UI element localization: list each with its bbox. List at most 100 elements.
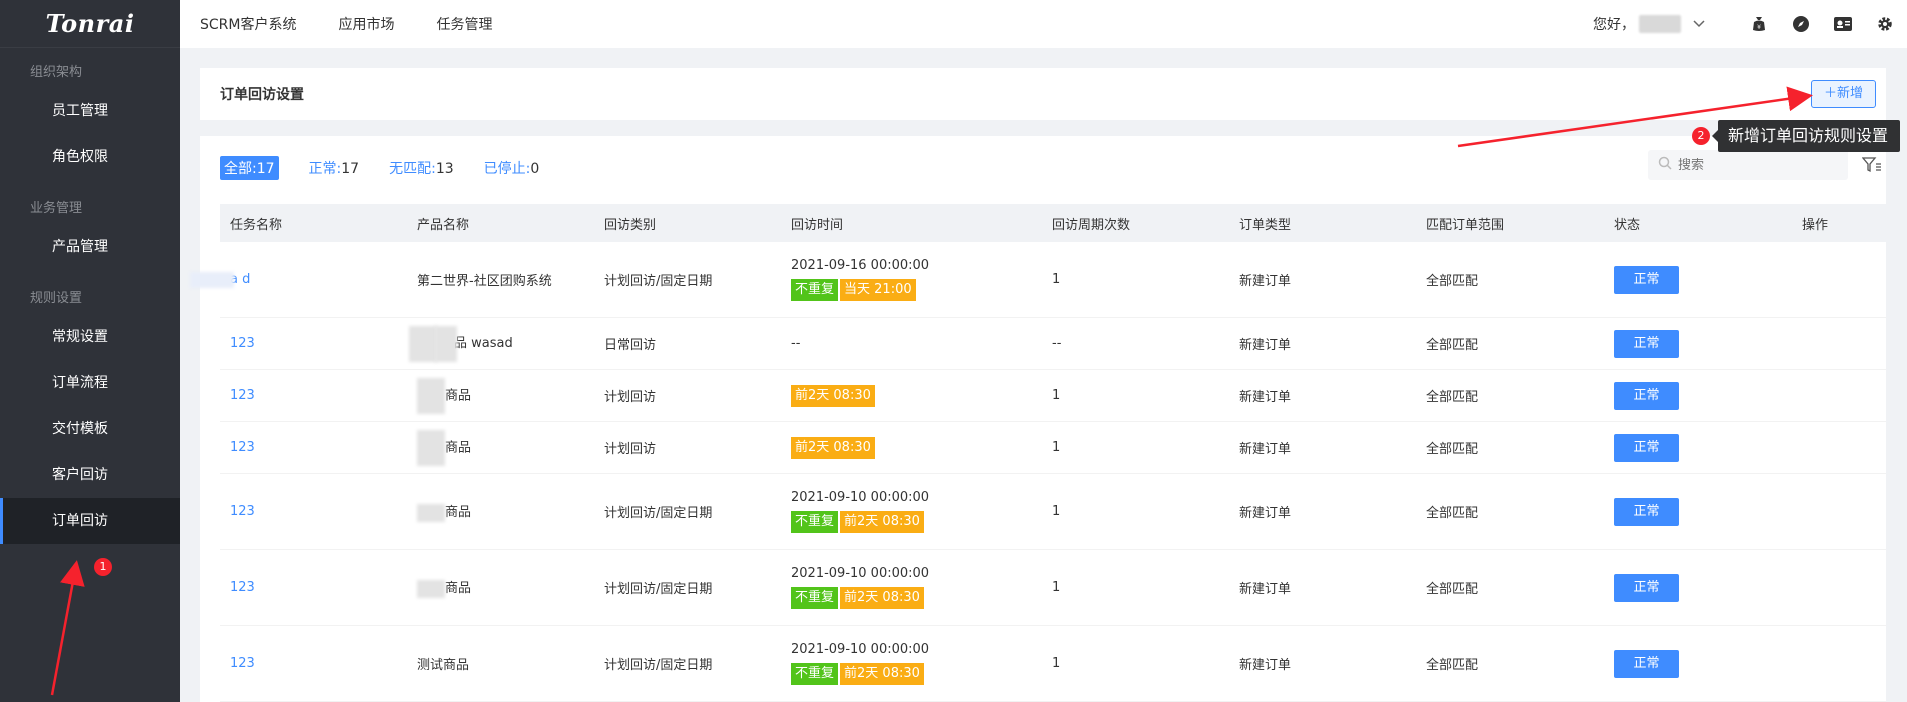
- status-button[interactable]: 正常: [1614, 573, 1679, 602]
- svg-text:¥: ¥: [1757, 24, 1761, 31]
- top-menu-scrm[interactable]: SCRM客户系统: [200, 14, 296, 34]
- revisit-datetime: 2021-09-16 00:00:00: [791, 258, 930, 273]
- times-cell: 1: [1052, 440, 1061, 455]
- tag-time: 前2天 08:30: [840, 663, 924, 685]
- top-menu-task-management[interactable]: 任务管理: [436, 14, 492, 34]
- sidebar-item-order-revisit[interactable]: 订单回访: [0, 498, 180, 544]
- tag-no-repeat: 不重复: [791, 587, 839, 609]
- col-status: 状态: [1614, 217, 1641, 233]
- filter-normal[interactable]: 正常:17: [309, 158, 360, 178]
- task-name-link[interactable]: 123: [230, 440, 255, 455]
- product-name: 商品: [445, 505, 472, 521]
- range-cell: 全部匹配: [1426, 274, 1479, 289]
- id-card-icon[interactable]: [1833, 14, 1853, 34]
- top-menu-app-market[interactable]: 应用市场: [338, 14, 394, 34]
- table-row: 123 商品 wasad 日常回访 -- -- 新建订单 全部匹配 正常: [220, 318, 1886, 370]
- status-button[interactable]: 正常: [1614, 649, 1679, 678]
- revisit-datetime: 2021-09-10 00:00:00: [791, 642, 930, 657]
- time-cell: 2021-09-16 00:00:00 不重复 当天 21:00: [781, 258, 1042, 301]
- task-name-link[interactable]: 123: [230, 388, 255, 403]
- sidebar-item-roles[interactable]: 角色权限: [0, 134, 180, 180]
- redacted-text: [417, 579, 445, 598]
- tag-no-repeat: 不重复: [791, 511, 839, 533]
- redacted-text: [435, 325, 457, 362]
- col-revisit-times: 回访周期次数: [1052, 217, 1131, 233]
- redacted-text: [417, 503, 445, 522]
- times-cell: 1: [1052, 388, 1061, 403]
- table-row: 123 商品 计划回访/固定日期 2021-09-10 00:00:00 不重复…: [220, 550, 1886, 626]
- bag-icon[interactable]: ¥: [1749, 14, 1769, 34]
- revisit-datetime: 2021-09-10 00:00:00: [791, 490, 930, 505]
- filter-all[interactable]: 全部:17: [220, 156, 279, 180]
- filter-no-match-count: 13: [435, 161, 454, 177]
- status-cell: 正常: [1604, 497, 1792, 526]
- status-button[interactable]: 正常: [1614, 265, 1679, 294]
- task-name-cell: 123: [220, 504, 407, 519]
- status-cell: 正常: [1604, 265, 1792, 294]
- status-button[interactable]: 正常: [1614, 433, 1679, 462]
- search-icon: [1658, 156, 1672, 174]
- filter-funnel-icon[interactable]: [1861, 156, 1882, 178]
- brand-logo[interactable]: Tonrai: [0, 0, 180, 48]
- tag-time: 前2天 08:30: [791, 384, 875, 407]
- status-cell: 正常: [1604, 381, 1792, 410]
- task-name-cell: 123: [220, 440, 407, 455]
- status-button[interactable]: 正常: [1614, 381, 1679, 410]
- redacted-text: [190, 271, 235, 288]
- compass-icon[interactable]: [1791, 14, 1811, 34]
- order-type-cell: 新建订单: [1239, 442, 1292, 457]
- task-name-cell: a d: [190, 271, 407, 288]
- range-cell: 全部匹配: [1426, 582, 1479, 597]
- task-name-link[interactable]: 123: [230, 656, 255, 671]
- user-area: 您好， ¥: [1593, 14, 1907, 34]
- status-button[interactable]: 正常: [1614, 497, 1679, 526]
- search-input[interactable]: [1678, 157, 1838, 173]
- product-cell: 测试商品: [417, 658, 470, 673]
- col-product-name: 产品名称: [417, 217, 470, 233]
- sidebar-item-products[interactable]: 产品管理: [0, 224, 180, 270]
- times-cell: 1: [1052, 656, 1061, 671]
- range-cell: 全部匹配: [1426, 390, 1479, 405]
- sidebar-item-delivery-template[interactable]: 交付模板: [0, 406, 180, 452]
- sidebar-item-customer-revisit[interactable]: 客户回访: [0, 452, 180, 498]
- sidebar-item-employees[interactable]: 员工管理: [0, 88, 180, 134]
- sidebar-item-general-settings[interactable]: 常规设置: [0, 314, 180, 360]
- page-header: 订单回访设置 ＋新增: [200, 68, 1886, 120]
- filter-normal-label: 正常:: [308, 161, 342, 177]
- table-header: 任务名称 产品名称 回访类别 回访时间 回访周期次数 订单类型 匹配订单范围 状…: [220, 204, 1886, 242]
- tag-time: 前2天 08:30: [791, 436, 875, 459]
- times-cell: 1: [1052, 504, 1061, 519]
- range-cell: 全部匹配: [1426, 338, 1479, 353]
- task-name-link[interactable]: 123: [230, 504, 255, 519]
- product-cell: 商品: [407, 577, 594, 598]
- status-cell: 正常: [1604, 329, 1792, 358]
- times-cell: 1: [1052, 580, 1061, 595]
- filter-no-match[interactable]: 无匹配:13: [389, 158, 454, 178]
- user-name-redacted[interactable]: [1639, 15, 1681, 33]
- sidebar-item-order-flow[interactable]: 订单流程: [0, 360, 180, 406]
- filter-stopped[interactable]: 已停止:0: [484, 158, 540, 178]
- task-name-link[interactable]: 123: [230, 336, 255, 351]
- category-cell: 日常回访: [604, 338, 657, 353]
- tag-no-repeat: 不重复: [791, 279, 839, 301]
- gear-icon[interactable]: [1875, 14, 1895, 34]
- col-match-range: 匹配订单范围: [1426, 217, 1505, 233]
- content-card: 全部:17 正常:17 无匹配:13 已停止:0 任务名称 产品名称 回访类别 …: [190, 136, 1886, 702]
- status-cell: 正常: [1604, 433, 1792, 462]
- search-box: [1648, 150, 1848, 180]
- filter-stopped-count: 0: [530, 161, 540, 177]
- task-name-link[interactable]: 123: [230, 580, 255, 595]
- col-task-name: 任务名称: [230, 217, 283, 233]
- category-cell: 计划回访: [604, 390, 657, 405]
- filter-no-match-label: 无匹配:: [389, 161, 436, 177]
- col-order-type: 订单类型: [1239, 217, 1292, 233]
- chevron-down-icon[interactable]: [1693, 17, 1705, 31]
- revisit-table: 任务名称 产品名称 回访类别 回访时间 回访周期次数 订单类型 匹配订单范围 状…: [190, 204, 1886, 702]
- time-cell: 2021-09-10 00:00:00 不重复 前2天 08:30: [781, 642, 1042, 685]
- status-button[interactable]: 正常: [1614, 329, 1679, 358]
- add-button[interactable]: ＋新增: [1810, 80, 1876, 108]
- time-cell: 前2天 08:30: [781, 436, 1042, 459]
- order-type-cell: 新建订单: [1239, 506, 1292, 521]
- filter-normal-count: 17: [341, 161, 360, 177]
- top-menu: SCRM客户系统 应用市场 任务管理: [180, 14, 534, 34]
